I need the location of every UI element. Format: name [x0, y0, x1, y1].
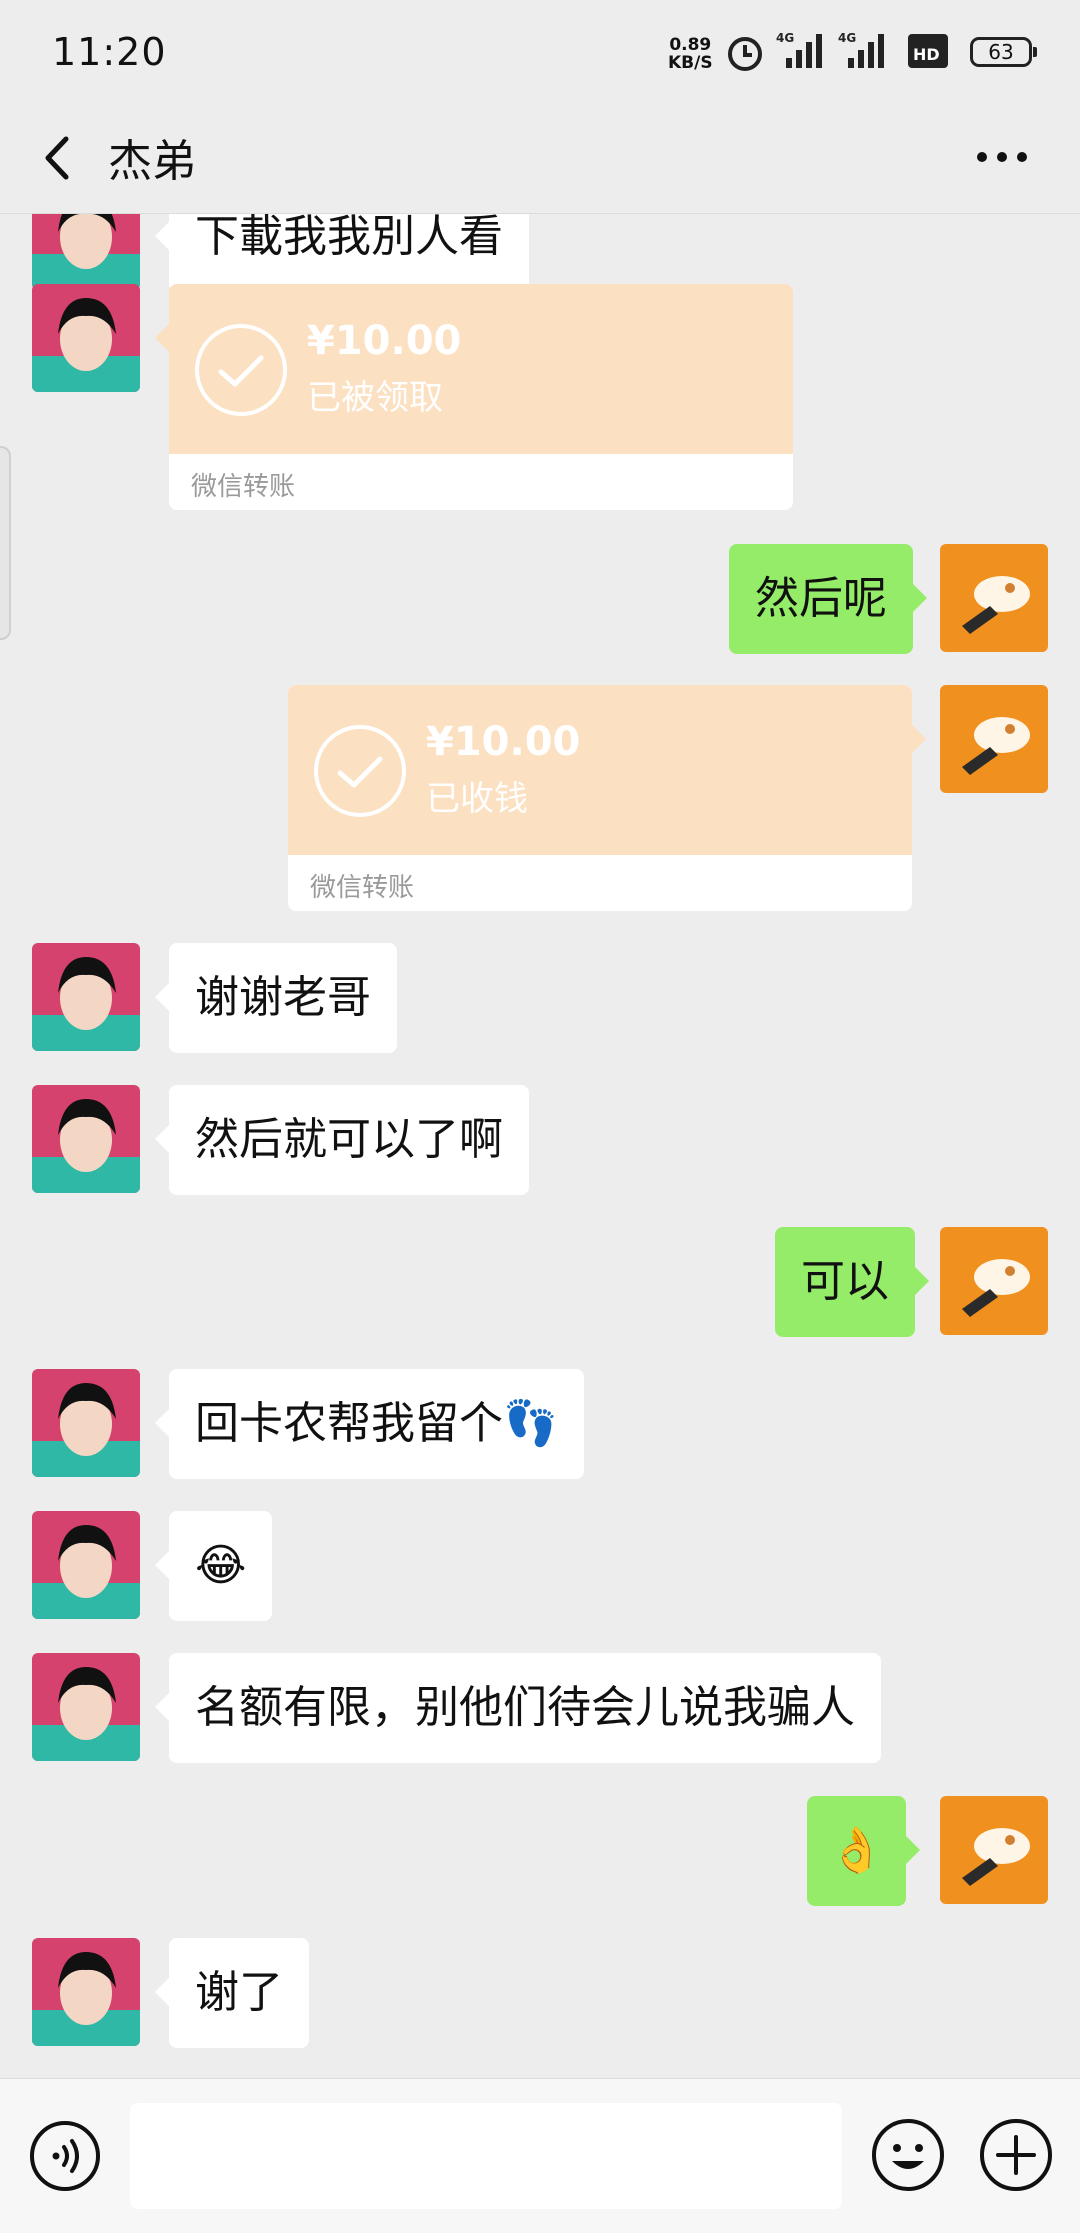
message-text: 回卡农帮我留个👣 [195, 1398, 558, 1449]
input-bar [0, 2078, 1080, 2233]
friend-avatar[interactable] [32, 1938, 140, 2046]
check-circle-icon [195, 324, 287, 416]
friend-avatar-image [32, 1511, 140, 1619]
my-avatar-image [940, 544, 1048, 652]
transfer-card-incoming[interactable]: ¥10.00 已被领取 微信转账 [169, 284, 793, 510]
bubble-tail [912, 725, 926, 753]
my-avatar[interactable] [940, 544, 1048, 652]
alarm-icon [728, 37, 762, 71]
my-avatar-image [940, 1227, 1048, 1335]
message-bubble-incoming[interactable]: 谢谢老哥 [155, 943, 397, 1053]
message-bubble-incoming[interactable]: 然后就可以了啊 [155, 1085, 529, 1195]
message-text: 谢谢老哥 [195, 972, 371, 1023]
friend-avatar-image [32, 1085, 140, 1193]
friend-avatar-image [32, 1653, 140, 1761]
my-avatar-image [940, 1796, 1048, 1904]
bubble-tail [155, 324, 169, 352]
signal-2-label: 4G [838, 31, 856, 45]
transfer-card-outgoing[interactable]: ¥10.00 已收钱 微信转账 [288, 685, 912, 911]
message-text: 😂 [195, 1540, 247, 1591]
message-bubble-incoming[interactable]: 下載我我別人看 [155, 214, 529, 292]
more-dots-icon[interactable] [970, 127, 1034, 187]
check-circle-icon [314, 725, 406, 817]
message-text: 然后就可以了啊 [195, 1114, 503, 1165]
transfer-status: 已收钱 [426, 779, 528, 819]
friend-avatar-image [32, 284, 140, 392]
my-avatar[interactable] [940, 1796, 1048, 1904]
friend-avatar[interactable] [32, 1511, 140, 1619]
message-text: 可以 [801, 1256, 889, 1307]
friend-avatar[interactable] [32, 284, 140, 392]
friend-avatar-image [32, 1369, 140, 1477]
my-avatar-image [940, 685, 1048, 793]
message-text: 名额有限，别他们待会儿说我骗人 [195, 1682, 855, 1733]
transfer-label: 微信转账 [191, 472, 296, 502]
message-text: 然后呢 [755, 573, 887, 624]
friend-avatar-image [32, 943, 140, 1051]
network-speed-value: 0.89 [669, 35, 712, 55]
transfer-card-body: ¥10.00 已收钱 [288, 685, 912, 855]
hd-icon: HD [908, 34, 948, 68]
emoji-icon[interactable] [870, 2117, 946, 2193]
chat-title: 杰弟 [108, 136, 196, 187]
friend-avatar[interactable] [32, 1653, 140, 1761]
network-speed-unit: KB/S [668, 53, 713, 73]
transfer-label: 微信转账 [310, 873, 415, 903]
signal-2-icon: 4G [838, 31, 884, 68]
side-drawer-handle[interactable] [0, 446, 11, 640]
signal-1-icon: 4G [776, 31, 822, 68]
message-input[interactable] [130, 2103, 842, 2209]
message-bubble-incoming[interactable]: 😂 [154, 1511, 273, 1621]
friend-avatar[interactable] [32, 214, 140, 290]
transfer-amount: ¥10.00 [426, 719, 581, 765]
friend-avatar-image [32, 214, 140, 290]
transfer-status: 已被领取 [307, 378, 443, 418]
my-avatar[interactable] [940, 685, 1048, 793]
message-text: 下載我我別人看 [195, 214, 503, 262]
message-bubble-incoming[interactable]: 回卡农帮我留个👣 [155, 1369, 584, 1479]
message-bubble-incoming[interactable]: 名额有限，别他们待会儿说我骗人 [155, 1653, 881, 1763]
message-bubble-outgoing[interactable]: 👌 [807, 1796, 920, 1906]
friend-avatar[interactable] [32, 1369, 140, 1477]
status-time: 11:20 [52, 30, 167, 74]
friend-avatar[interactable] [32, 943, 140, 1051]
status-bar: 11:20 0.89 KB/S 4G 4G HD 63 [0, 0, 1080, 105]
network-speed: 0.89 KB/S [668, 36, 713, 72]
message-bubble-outgoing[interactable]: 可以 [775, 1227, 929, 1337]
hd-label: HD [913, 45, 940, 64]
transfer-amount: ¥10.00 [307, 318, 462, 364]
friend-avatar-image [32, 1938, 140, 2046]
my-avatar[interactable] [940, 1227, 1048, 1335]
transfer-card-body: ¥10.00 已被领取 [169, 284, 793, 454]
friend-avatar[interactable] [32, 1085, 140, 1193]
message-bubble-incoming[interactable]: 谢了 [155, 1938, 309, 2048]
message-text: 👌 [829, 1825, 884, 1876]
message-list[interactable]: 下載我我別人看 ¥10.00 已被领取 微信转账 然后呢 ¥10.00 已收钱 … [0, 214, 1080, 2078]
message-bubble-outgoing[interactable]: 然后呢 [729, 544, 927, 654]
chevron-left-icon[interactable] [30, 123, 90, 193]
message-text: 谢了 [195, 1967, 283, 2018]
signal-1-label: 4G [776, 31, 794, 45]
voice-icon[interactable] [28, 2119, 102, 2193]
plus-icon[interactable] [978, 2117, 1054, 2193]
battery-indicator: 63 [970, 37, 1037, 67]
chat-header: 杰弟 [0, 105, 1080, 214]
